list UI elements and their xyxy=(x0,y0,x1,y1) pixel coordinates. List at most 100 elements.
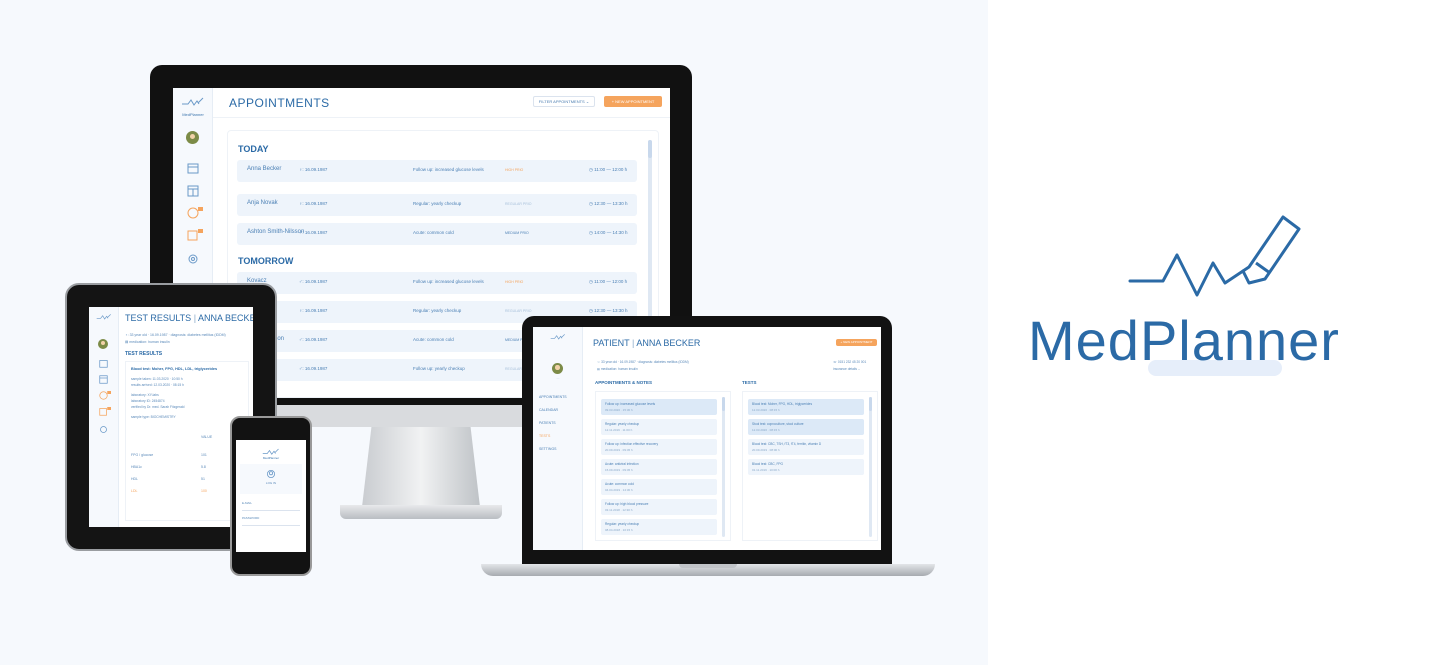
showcase-canvas: MedPlanner APPOINTMENTS FILTER APPOINTME… xyxy=(0,0,1440,665)
patient-dob: ♀: 16.09.1987 xyxy=(299,201,328,206)
title-section: PATIENT xyxy=(593,338,630,348)
password-field[interactable] xyxy=(242,521,300,526)
brand-name: MedPlanner xyxy=(1028,309,1340,372)
result-name: HBA1c xyxy=(131,465,142,469)
test-item[interactable]: Blood test: CBC, FPG 01.11.2019 · 10:00 h xyxy=(748,459,864,475)
avatar[interactable] xyxy=(186,131,199,144)
test-item-title: Stool test: coproculture, stool culture xyxy=(752,422,804,426)
logo-mark xyxy=(550,334,565,340)
nav-item-appointments[interactable]: APPOINTMENTS xyxy=(539,395,567,399)
filter-appointments-button[interactable]: FILTER APPOINTMENTS ⌄ xyxy=(533,96,595,107)
logo-text: MedPlanner xyxy=(262,456,280,460)
test-detail-line: sample type: BIOCHEMISTRY xyxy=(131,415,176,419)
appointment-note-title: Follow up: infection effective recovery xyxy=(605,442,659,446)
patient-name: Ashton Smith-Nilsson xyxy=(247,229,305,235)
appointment-note[interactable]: Acute: antiviral infection 15.09.2019 · 0… xyxy=(601,459,717,475)
patients-icon[interactable] xyxy=(187,207,203,219)
test-item[interactable]: Stool test: coproculture, stool culture 1… xyxy=(748,419,864,435)
appointment-note-date: 20.09.2019 · 09:45 h xyxy=(605,448,633,452)
section-title: TODAY xyxy=(238,144,269,154)
test-detail-line: laboratory ID: 2454874 xyxy=(131,399,165,403)
result-value: 100 xyxy=(201,489,207,493)
tests-icon[interactable] xyxy=(187,229,203,241)
appointment-note[interactable]: Regular: yearly checkup 08.04.2018 · 10:1… xyxy=(601,519,717,535)
appointments-scrollbar[interactable] xyxy=(722,397,725,537)
doctor-name: ··· xyxy=(556,376,560,380)
new-appointment-button[interactable]: + NEW APPOINTMENT xyxy=(836,339,877,346)
appointment-row[interactable]: Kovacz ♂: 16.09.1987 Follow up: increased … xyxy=(237,272,637,294)
result-value: 101 xyxy=(201,453,207,457)
patient-meta: ♀: 33 year old · 16.09.1987 · diagnosis:… xyxy=(597,360,689,364)
result-name: FPG / glucose xyxy=(131,453,154,457)
patient-name: Anja Novak xyxy=(247,200,278,206)
nav-item-patients[interactable]: PATIENTS xyxy=(539,421,556,425)
appointment-note[interactable]: Follow up: infection effective recovery 2… xyxy=(601,439,717,455)
email-label: E-MAIL xyxy=(242,501,253,505)
desktop-topbar: APPOINTMENTS FILTER APPOINTMENTS ⌄ + NEW… xyxy=(213,88,670,118)
settings-icon[interactable] xyxy=(187,253,199,265)
appointment-note-date: 03.11.2018 · 12:30 h xyxy=(605,508,633,512)
calendar-icon[interactable] xyxy=(99,359,108,368)
test-item[interactable]: Blood test: CBC, TSH, fT3, fT4, ferritin… xyxy=(748,439,864,455)
title-patient: ANNA BECKER xyxy=(636,338,701,348)
appointment-note-title: Acute: antiviral infection xyxy=(605,462,639,466)
nav-item-tests[interactable]: TESTS xyxy=(539,434,550,438)
patient-dob: ♀: 16.09.1987 xyxy=(299,167,328,172)
tests-title: TESTS xyxy=(742,380,757,385)
priority-badge: REGULAR PRIO xyxy=(505,309,532,313)
monitor-base xyxy=(340,505,502,519)
new-appointment-button[interactable]: + NEW APPOINTMENT xyxy=(604,96,662,107)
email-field[interactable] xyxy=(242,506,300,511)
insurance-toggle[interactable]: insurance details ⌄ xyxy=(833,367,860,371)
test-title: Blood test: Moher, FPG, HDL, LDL, trigly… xyxy=(131,367,218,371)
appointment-note-date: 09.03.2020 · 15:30 h xyxy=(605,408,633,412)
test-item-date: 20.09.2019 · 08:00 h xyxy=(752,448,780,452)
laptop-sidebar: ··· APPOINTMENTS CALENDAR PATIENTS TESTS SET… xyxy=(533,327,583,550)
nav-item-calendar[interactable]: CALENDAR xyxy=(539,408,558,412)
brand-lockup: MedPlanner xyxy=(1020,195,1420,395)
patient-dob: ♂: 16.09.1987 xyxy=(299,230,328,235)
result-name: LDL xyxy=(131,489,138,493)
appointment-time: ◷ 11:00 — 12:00 h xyxy=(589,279,628,284)
appointment-note-date: 04.04.2019 · 14:30 h xyxy=(605,488,633,492)
appointments-notes-title: APPOINTMENTS & NOTES xyxy=(595,380,653,385)
test-detail-line: results arrived: 12.03.2020 · 08:15 h xyxy=(131,383,184,387)
avatar[interactable] xyxy=(552,363,563,374)
appointment-row[interactable]: Anna Becker ♀: 16.09.1987 Follow up: incre… xyxy=(237,160,637,182)
logo-mark: MedPlanner xyxy=(181,94,205,117)
patients-icon[interactable] xyxy=(99,391,111,400)
logo-mark xyxy=(262,448,279,455)
appointment-reason: Regular: yearly checkup xyxy=(413,308,462,313)
appointment-reason: Regular: yearly checkup xyxy=(413,201,462,206)
appointment-note[interactable]: Regular: yearly checkup 12.11.2019 · 11:0… xyxy=(601,419,717,435)
test-item-date: 01.11.2019 · 10:00 h xyxy=(752,468,780,472)
appointment-note-date: 15.09.2019 · 09:45 h xyxy=(605,468,633,472)
result-name: HDL xyxy=(131,477,139,481)
tests-scrollbar[interactable] xyxy=(869,397,872,537)
schedule-icon[interactable] xyxy=(99,375,108,384)
page-title: APPOINTMENTS xyxy=(229,96,330,110)
appointment-row[interactable]: Anja Novak ♀: 16.09.1987 Regular: yearly c… xyxy=(237,194,637,216)
logo-text: MedPlanner xyxy=(182,112,204,117)
user-icon xyxy=(267,470,275,478)
avatar[interactable] xyxy=(98,339,108,349)
tests-icon[interactable] xyxy=(99,407,111,416)
schedule-icon[interactable] xyxy=(187,185,199,197)
appointment-row[interactable]: Ashton Smith-Nilsson ♂: 16.09.1987 Acute: … xyxy=(237,223,637,245)
nav-item-settings[interactable]: SETTINGS xyxy=(539,447,557,451)
tablet-sidebar xyxy=(89,307,119,527)
appointment-note[interactable]: Follow up: high blood pressure 03.11.2018… xyxy=(601,499,717,515)
result-value: 51 xyxy=(201,477,205,481)
appointment-note-title: Regular: yearly checkup xyxy=(605,422,640,426)
result-value: 5.8 xyxy=(201,465,206,469)
calendar-icon[interactable] xyxy=(187,162,199,174)
password-label: PASSWORD xyxy=(242,516,260,520)
appointment-note[interactable]: Acute: common cold 04.04.2019 · 14:30 h xyxy=(601,479,717,495)
test-detail-line: laboratory: XY-labs xyxy=(131,393,159,397)
test-item[interactable]: Blood test: Moher, FPG, HDL, triglycerid… xyxy=(748,399,864,415)
settings-icon[interactable] xyxy=(99,425,108,434)
test-item-title: Blood test: Moher, FPG, HDL, triglycerid… xyxy=(752,402,813,406)
appointment-time: ◷ 11:00 — 12:00 h xyxy=(589,167,628,172)
appointment-note[interactable]: Follow up: increased glucose levels 09.03… xyxy=(601,399,717,415)
phone-meta: ☏ 0151 232 45 20 001 xyxy=(833,360,867,364)
